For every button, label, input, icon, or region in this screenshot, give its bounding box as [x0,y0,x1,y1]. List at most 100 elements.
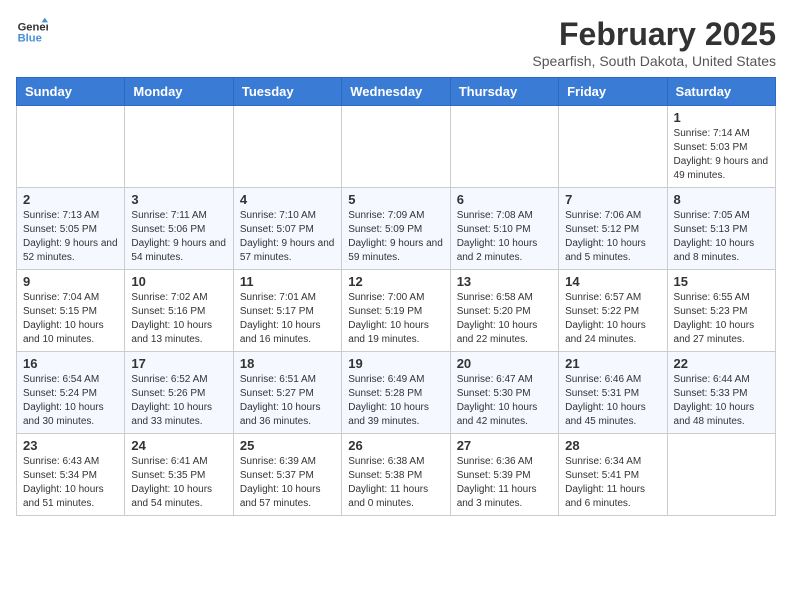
day-number: 5 [348,192,443,207]
calendar-header-sunday: Sunday [17,78,125,106]
day-number: 9 [23,274,118,289]
calendar-cell [125,106,233,188]
calendar-cell: 9 Sunrise: 7:04 AM Sunset: 5:15 PM Daylig… [17,270,125,352]
calendar-cell: 14Sunrise: 6:57 AM Sunset: 5:22 PM Dayli… [559,270,667,352]
calendar-header-wednesday: Wednesday [342,78,450,106]
calendar-cell: 8 Sunrise: 7:05 AM Sunset: 5:13 PM Daylig… [667,188,775,270]
day-info: Sunrise: 6:34 AM Sunset: 5:41 PM Dayligh… [565,455,660,511]
day-info: Sunrise: 7:02 AM Sunset: 5:16 PM Dayligh… [131,291,226,347]
logo: General Blue [16,16,48,48]
calendar-cell: 15Sunrise: 6:55 AM Sunset: 5:23 PM Dayli… [667,270,775,352]
title-section: February 2025 Spearfish, South Dakota, U… [532,16,776,69]
day-info: Sunrise: 7:06 AM Sunset: 5:12 PM Dayligh… [565,209,660,265]
day-number: 20 [457,356,552,371]
day-number: 4 [240,192,335,207]
day-info: Sunrise: 6:38 AM Sunset: 5:38 PM Dayligh… [348,455,443,511]
day-info: Sunrise: 6:43 AM Sunset: 5:34 PM Dayligh… [23,455,118,511]
svg-text:Blue: Blue [18,33,42,45]
month-year-title: February 2025 [532,16,776,53]
calendar-week-row: 16 Sunrise: 6:54 AM Sunset: 5:24 PM Dayli… [17,352,776,434]
day-number: 11 [240,274,335,289]
day-number: 1 [674,110,769,125]
calendar-cell: 7Sunrise: 7:06 AM Sunset: 5:12 PM Daylig… [559,188,667,270]
calendar-cell: 25 Sunrise: 6:39 AM Sunset: 5:37 PM Dayli… [233,434,341,516]
day-number: 17 [131,356,226,371]
day-number: 21 [565,356,660,371]
svg-text:General: General [18,21,48,33]
calendar-table: SundayMondayTuesdayWednesdayThursdayFrid… [16,77,776,516]
day-info: Sunrise: 6:54 AM Sunset: 5:24 PM Dayligh… [23,373,118,429]
day-number: 16 [23,356,118,371]
day-number: 28 [565,438,660,453]
day-info: Sunrise: 6:36 AM Sunset: 5:39 PM Dayligh… [457,455,552,511]
day-number: 25 [240,438,335,453]
day-number: 10 [131,274,226,289]
logo-icon: General Blue [16,16,48,48]
day-info: Sunrise: 6:51 AM Sunset: 5:27 PM Dayligh… [240,373,335,429]
day-number: 27 [457,438,552,453]
day-info: Sunrise: 7:10 AM Sunset: 5:07 PM Dayligh… [240,209,335,265]
day-info: Sunrise: 7:11 AM Sunset: 5:06 PM Dayligh… [131,209,226,265]
calendar-cell: 5Sunrise: 7:09 AM Sunset: 5:09 PM Daylig… [342,188,450,270]
day-number: 22 [674,356,769,371]
calendar-cell: 20 Sunrise: 6:47 AM Sunset: 5:30 PM Dayli… [450,352,558,434]
day-number: 13 [457,274,552,289]
calendar-week-row: 1Sunrise: 7:14 AM Sunset: 5:03 PM Daylig… [17,106,776,188]
calendar-cell [667,434,775,516]
day-number: 23 [23,438,118,453]
day-info: Sunrise: 6:58 AM Sunset: 5:20 PM Dayligh… [457,291,552,347]
calendar-cell: 27 Sunrise: 6:36 AM Sunset: 5:39 PM Dayli… [450,434,558,516]
day-number: 2 [23,192,118,207]
calendar-cell [559,106,667,188]
calendar-cell: 6 Sunrise: 7:08 AM Sunset: 5:10 PM Daylig… [450,188,558,270]
day-number: 15 [674,274,769,289]
day-info: Sunrise: 7:05 AM Sunset: 5:13 PM Dayligh… [674,209,769,265]
calendar-cell: 16 Sunrise: 6:54 AM Sunset: 5:24 PM Dayli… [17,352,125,434]
day-number: 12 [348,274,443,289]
day-number: 18 [240,356,335,371]
location-subtitle: Spearfish, South Dakota, United States [532,53,776,69]
page-header: General Blue February 2025 Spearfish, So… [16,16,776,69]
day-info: Sunrise: 6:47 AM Sunset: 5:30 PM Dayligh… [457,373,552,429]
calendar-cell: 26 Sunrise: 6:38 AM Sunset: 5:38 PM Dayli… [342,434,450,516]
day-info: Sunrise: 6:44 AM Sunset: 5:33 PM Dayligh… [674,373,769,429]
calendar-header-thursday: Thursday [450,78,558,106]
day-number: 8 [674,192,769,207]
calendar-cell [17,106,125,188]
calendar-cell: 22 Sunrise: 6:44 AM Sunset: 5:33 PM Dayli… [667,352,775,434]
day-info: Sunrise: 6:49 AM Sunset: 5:28 PM Dayligh… [348,373,443,429]
day-number: 26 [348,438,443,453]
calendar-cell: 1Sunrise: 7:14 AM Sunset: 5:03 PM Daylig… [667,106,775,188]
calendar-cell: 4 Sunrise: 7:10 AM Sunset: 5:07 PM Daylig… [233,188,341,270]
calendar-cell: 28 Sunrise: 6:34 AM Sunset: 5:41 PM Dayli… [559,434,667,516]
calendar-week-row: 23 Sunrise: 6:43 AM Sunset: 5:34 PM Dayli… [17,434,776,516]
calendar-cell: 19 Sunrise: 6:49 AM Sunset: 5:28 PM Dayli… [342,352,450,434]
calendar-header-monday: Monday [125,78,233,106]
day-info: Sunrise: 7:01 AM Sunset: 5:17 PM Dayligh… [240,291,335,347]
day-number: 19 [348,356,443,371]
calendar-cell: 10 Sunrise: 7:02 AM Sunset: 5:16 PM Dayli… [125,270,233,352]
calendar-header-saturday: Saturday [667,78,775,106]
calendar-cell: 17 Sunrise: 6:52 AM Sunset: 5:26 PM Dayli… [125,352,233,434]
calendar-cell [233,106,341,188]
day-info: Sunrise: 6:39 AM Sunset: 5:37 PM Dayligh… [240,455,335,511]
calendar-cell: 12 Sunrise: 7:00 AM Sunset: 5:19 PM Dayli… [342,270,450,352]
day-number: 14 [565,274,660,289]
calendar-week-row: 9 Sunrise: 7:04 AM Sunset: 5:15 PM Daylig… [17,270,776,352]
calendar-cell [450,106,558,188]
calendar-cell: 24Sunrise: 6:41 AM Sunset: 5:35 PM Dayli… [125,434,233,516]
day-info: Sunrise: 7:13 AM Sunset: 5:05 PM Dayligh… [23,209,118,265]
day-number: 6 [457,192,552,207]
calendar-cell: 18 Sunrise: 6:51 AM Sunset: 5:27 PM Dayli… [233,352,341,434]
day-number: 24 [131,438,226,453]
day-info: Sunrise: 6:52 AM Sunset: 5:26 PM Dayligh… [131,373,226,429]
calendar-cell [342,106,450,188]
calendar-cell: 3Sunrise: 7:11 AM Sunset: 5:06 PM Daylig… [125,188,233,270]
day-info: Sunrise: 7:00 AM Sunset: 5:19 PM Dayligh… [348,291,443,347]
calendar-cell: 2 Sunrise: 7:13 AM Sunset: 5:05 PM Daylig… [17,188,125,270]
calendar-header-tuesday: Tuesday [233,78,341,106]
day-info: Sunrise: 7:04 AM Sunset: 5:15 PM Dayligh… [23,291,118,347]
calendar-cell: 13 Sunrise: 6:58 AM Sunset: 5:20 PM Dayli… [450,270,558,352]
day-info: Sunrise: 7:08 AM Sunset: 5:10 PM Dayligh… [457,209,552,265]
day-info: Sunrise: 6:46 AM Sunset: 5:31 PM Dayligh… [565,373,660,429]
